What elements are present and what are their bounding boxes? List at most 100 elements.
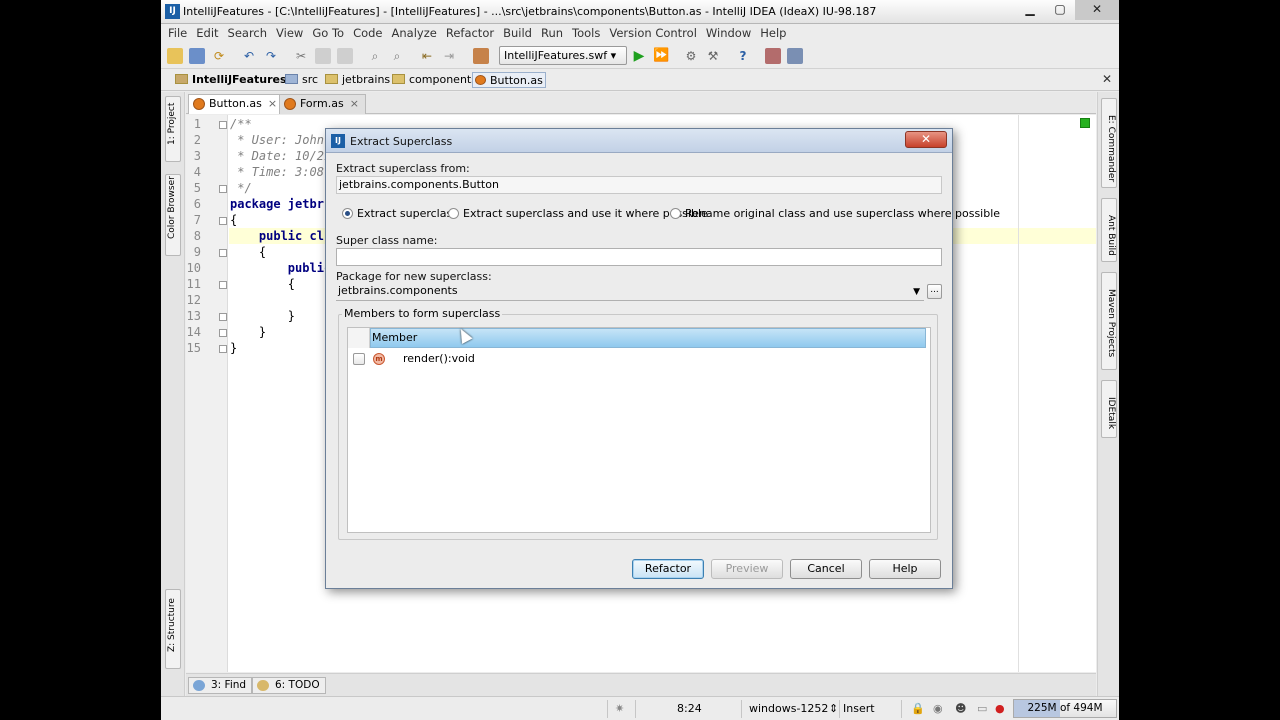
super-class-name-label: Super class name: xyxy=(336,234,438,247)
tab-button-as[interactable]: Button.as × xyxy=(188,94,285,114)
fold-marker-icon[interactable] xyxy=(219,281,227,289)
back-icon[interactable]: ⇤ xyxy=(419,48,435,64)
tool-tab-find[interactable]: 3: Find xyxy=(188,677,253,694)
debug-icon[interactable]: ⏩ xyxy=(653,48,669,64)
close-icon[interactable]: ✕ xyxy=(1075,0,1119,20)
maximize-icon[interactable]: ▢ xyxy=(1045,0,1075,20)
package-combo[interactable]: jetbrains.components ▼ xyxy=(336,283,924,301)
members-table[interactable]: Member m render():void xyxy=(347,327,931,533)
sync-icon[interactable]: ⟳ xyxy=(211,48,227,64)
refactor-button[interactable]: Refactor xyxy=(632,559,704,579)
replace-icon[interactable]: ⌕ xyxy=(389,48,405,64)
menu-goto[interactable]: Go To xyxy=(312,24,344,43)
error-icon[interactable]: ● xyxy=(995,701,1005,717)
run-configuration-select[interactable]: IntelliJFeatures.swf ▾ xyxy=(499,46,627,65)
help-icon[interactable]: ? xyxy=(735,48,751,64)
hector-icon[interactable]: ◉ xyxy=(933,701,943,717)
close-icon[interactable]: ✕ xyxy=(905,131,947,148)
redo-icon[interactable]: ↷ xyxy=(263,48,279,64)
minimize-icon[interactable]: ▁ xyxy=(1015,0,1045,20)
tool-tab-maven-projects[interactable]: Maven Projects xyxy=(1101,272,1117,370)
settings-icon[interactable]: ⚙ xyxy=(683,48,699,64)
table-row[interactable]: m render():void xyxy=(348,350,930,368)
browse-package-button[interactable]: ... xyxy=(927,284,942,299)
package-icon xyxy=(325,74,338,84)
tab-form-as[interactable]: Form.as × xyxy=(279,94,366,114)
insert-mode[interactable]: Insert xyxy=(843,701,875,717)
breadcrumb-project[interactable]: IntelliJFeatures xyxy=(175,72,287,88)
menu-view[interactable]: View xyxy=(276,24,303,43)
menu-search[interactable]: Search xyxy=(228,24,268,43)
lock-icon[interactable]: 🔒 xyxy=(911,701,925,717)
menu-refactor[interactable]: Refactor xyxy=(446,24,494,43)
tool-tab-project[interactable]: 1: Project xyxy=(165,96,181,162)
plugin-icon[interactable] xyxy=(765,48,781,64)
menu-analyze[interactable]: Analyze xyxy=(392,24,437,43)
menu-help[interactable]: Help xyxy=(760,24,786,43)
tool-tab-commander[interactable]: E: Commander xyxy=(1101,98,1117,188)
fold-marker-icon[interactable] xyxy=(219,313,227,321)
update-icon[interactable] xyxy=(787,48,803,64)
radio-extract-superclass[interactable]: Extract superclass xyxy=(342,207,458,220)
breadcrumb-components[interactable]: components xyxy=(392,72,477,88)
fold-marker-icon[interactable] xyxy=(219,329,227,337)
project-structure-icon[interactable]: ⚒ xyxy=(705,48,721,64)
encoding-updown-icon[interactable]: ⇕ xyxy=(829,701,838,717)
help-button[interactable]: Help xyxy=(869,559,941,579)
line-number: 5 xyxy=(193,181,201,195)
tool-tab-ant-build[interactable]: Ant Build xyxy=(1101,198,1117,262)
fold-marker-icon[interactable] xyxy=(219,185,227,193)
save-icon[interactable] xyxy=(189,48,205,64)
member-column-header[interactable]: Member xyxy=(370,328,926,348)
file-encoding[interactable]: windows-1252 xyxy=(749,701,828,717)
background-tasks-icon[interactable]: ✷ xyxy=(615,701,624,717)
forward-icon[interactable]: ⇥ xyxy=(441,48,457,64)
fold-marker-icon[interactable] xyxy=(219,249,227,257)
undo-icon[interactable]: ↶ xyxy=(241,48,257,64)
fold-marker-icon[interactable] xyxy=(219,217,227,225)
run-icon[interactable]: ▶ xyxy=(631,48,647,64)
menu-window[interactable]: Window xyxy=(706,24,751,43)
menu-run[interactable]: Run xyxy=(541,24,563,43)
fold-marker-icon[interactable] xyxy=(219,345,227,353)
tab-close-icon[interactable]: × xyxy=(350,97,359,110)
memory-indicator[interactable]: 225M of 494M xyxy=(1013,699,1117,718)
tool-tab-idetalk[interactable]: IDEtalk xyxy=(1101,380,1117,438)
line-number: 4 xyxy=(193,165,201,179)
navigation-bar: IntelliJFeatures src jetbrains component… xyxy=(161,69,1119,91)
preview-button[interactable]: Preview xyxy=(711,559,783,579)
radio-extract-and-use[interactable]: Extract superclass and use it where poss… xyxy=(448,207,708,220)
chat-icon[interactable]: ▭ xyxy=(977,701,987,717)
fold-marker-icon[interactable] xyxy=(219,121,227,129)
member-checkbox[interactable] xyxy=(353,353,365,365)
intellij-app-icon: IJ xyxy=(165,4,180,19)
members-group-title: Members to form superclass xyxy=(342,307,503,320)
open-folder-icon[interactable] xyxy=(167,48,183,64)
breadcrumb-file[interactable]: Button.as xyxy=(472,72,546,88)
cancel-button[interactable]: Cancel xyxy=(790,559,862,579)
super-class-name-input[interactable] xyxy=(336,248,942,266)
breadcrumb-src[interactable]: src xyxy=(285,72,318,88)
close-icon[interactable]: ✕ xyxy=(1102,72,1112,86)
menu-file[interactable]: File xyxy=(168,24,187,43)
tab-close-icon[interactable]: × xyxy=(268,97,277,110)
cut-icon[interactable]: ✂ xyxy=(293,48,309,64)
menu-version-control[interactable]: Version Control xyxy=(609,24,697,43)
paste-icon[interactable] xyxy=(337,48,353,64)
build-icon[interactable] xyxy=(473,48,489,64)
inspector-icon[interactable]: ☻ xyxy=(955,701,966,717)
tool-tab-label: IDEtalk xyxy=(1106,397,1116,430)
tool-tab-color-browser[interactable]: Color Browser xyxy=(165,174,181,256)
copy-icon[interactable] xyxy=(315,48,331,64)
breadcrumb-jetbrains[interactable]: jetbrains xyxy=(325,72,390,88)
caret-position[interactable]: 8:24 xyxy=(677,701,702,717)
tool-tab-todo[interactable]: 6: TODO xyxy=(252,677,326,694)
find-icon[interactable]: ⌕ xyxy=(367,48,383,64)
menu-build[interactable]: Build xyxy=(503,24,532,43)
radio-rename-original[interactable]: Rename original class and use superclass… xyxy=(670,207,1000,220)
menu-code[interactable]: Code xyxy=(353,24,382,43)
tool-tab-structure[interactable]: Z: Structure xyxy=(165,589,181,669)
inspection-ok-icon[interactable] xyxy=(1080,118,1090,128)
menu-edit[interactable]: Edit xyxy=(196,24,218,43)
menu-tools[interactable]: Tools xyxy=(572,24,600,43)
